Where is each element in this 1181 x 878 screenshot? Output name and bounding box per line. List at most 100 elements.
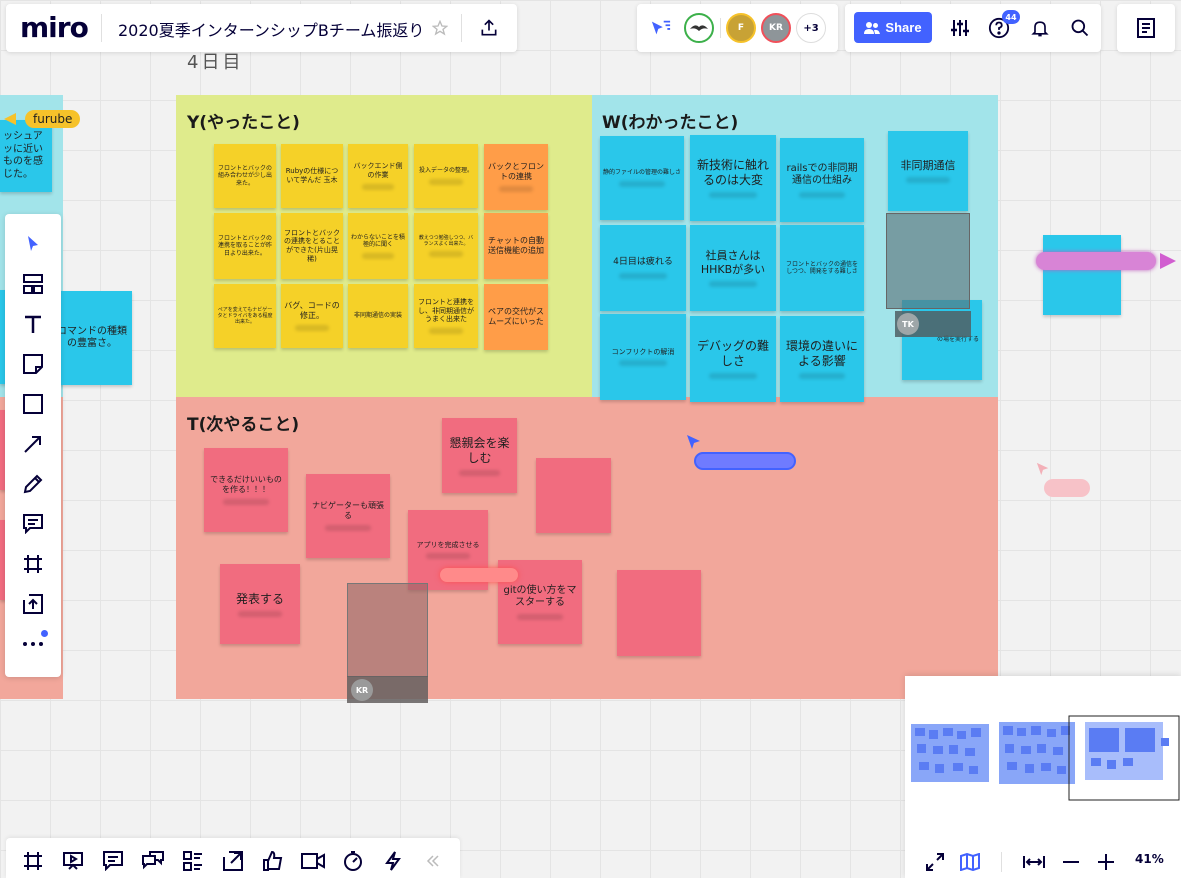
y-sticky[interactable]: わからないことを積極的に聞く bbox=[348, 213, 408, 279]
w-sticky[interactable]: 4日目は疲れる bbox=[600, 225, 686, 311]
pen-tool[interactable] bbox=[5, 466, 61, 502]
frame-tool[interactable] bbox=[5, 546, 61, 582]
fullscreen-icon[interactable] bbox=[924, 851, 946, 873]
presentation-button[interactable] bbox=[61, 850, 85, 872]
left-sticky-2[interactable]: コマンドの種類の豊富さ。 bbox=[52, 291, 132, 385]
more-collaborators[interactable]: +3 bbox=[796, 13, 826, 43]
upload-icon[interactable] bbox=[476, 16, 502, 40]
y-sticky[interactable]: フロントとバックの組み合わせが少し出来た。 bbox=[214, 144, 276, 208]
document-list-icon[interactable] bbox=[1134, 16, 1158, 40]
frame-t-title: T(次やること) bbox=[187, 415, 300, 435]
w-sticky[interactable]: 社員さんはHHKBが多い bbox=[690, 225, 776, 311]
cursor-filter-icon[interactable] bbox=[648, 16, 674, 40]
y-sticky[interactable]: バグ、コードの修正。 bbox=[281, 284, 343, 348]
y-sticky[interactable]: フロントと連携をし、非同期通信がうまく出来た bbox=[414, 284, 478, 348]
shape-tool[interactable] bbox=[5, 386, 61, 422]
w-sticky[interactable]: コンフリクトの解消 bbox=[600, 314, 686, 400]
lightning-icon bbox=[385, 851, 401, 871]
t-sticky[interactable]: ナビゲーターも頑張る bbox=[306, 474, 390, 558]
divider bbox=[1001, 852, 1002, 872]
y-sticky[interactable]: バックエンド側の作業 bbox=[348, 144, 408, 208]
people-icon bbox=[864, 21, 881, 34]
new-indicator-dot bbox=[41, 630, 48, 637]
y-sticky[interactable]: チャットの自動送信機能の追加 bbox=[484, 213, 548, 279]
pen-icon bbox=[23, 474, 43, 494]
more-tools[interactable] bbox=[5, 626, 61, 662]
sticky-note-icon bbox=[23, 354, 43, 374]
avatar-kr[interactable]: KR bbox=[761, 13, 791, 43]
bell-icon[interactable] bbox=[1028, 16, 1052, 40]
avatar-f[interactable]: F bbox=[726, 13, 756, 43]
frame-t[interactable] bbox=[176, 397, 998, 699]
cards-button[interactable] bbox=[181, 850, 205, 872]
w-sticky[interactable]: 新技術に触れるのは大変 bbox=[690, 135, 776, 221]
t-sticky[interactable] bbox=[536, 458, 611, 533]
t-sticky[interactable]: 懇親会を楽しむ bbox=[442, 418, 517, 493]
presentation-icon bbox=[63, 852, 83, 870]
left-sticky-1[interactable]: ッシュアッに近いものを感じた。 bbox=[0, 120, 52, 192]
fit-width-icon[interactable] bbox=[1022, 851, 1046, 873]
timer-icon bbox=[344, 851, 362, 871]
minimap[interactable] bbox=[905, 676, 1181, 878]
y-sticky[interactable]: ペアの交代がスムーズにいった bbox=[484, 284, 548, 350]
arrow-tool[interactable] bbox=[5, 426, 61, 462]
board-title[interactable]: 2020夏季インターンシップBチーム振返り bbox=[118, 17, 424, 41]
text-icon bbox=[25, 315, 41, 333]
y-sticky[interactable]: 非同期通信の実装 bbox=[348, 284, 408, 348]
y-sticky[interactable]: フロントとバックの連携を取ることが昨日より出来た。 bbox=[214, 213, 276, 279]
divider bbox=[720, 18, 721, 38]
vote-button[interactable] bbox=[261, 850, 285, 872]
collapse-toolbar-button[interactable] bbox=[421, 850, 445, 872]
w-sticky[interactable]: 静的ファイルの管理の難しさ bbox=[600, 136, 684, 220]
map-icon[interactable] bbox=[959, 851, 981, 873]
frame-icon bbox=[24, 555, 42, 573]
text-tool[interactable] bbox=[5, 306, 61, 342]
video-button[interactable] bbox=[301, 850, 325, 872]
sticky-note-tool[interactable] bbox=[5, 346, 61, 382]
pink-cursor-arrow bbox=[1160, 253, 1176, 269]
templates-tool[interactable] bbox=[5, 266, 61, 302]
apps-button[interactable] bbox=[381, 850, 405, 872]
right-sticky[interactable] bbox=[1043, 235, 1121, 315]
w-sticky[interactable]: フロントとバックの通信をしつつ、開発をする難しさ bbox=[780, 225, 864, 311]
y-sticky[interactable]: 教えつつ勉強しつつ、バランスよく出来た。 bbox=[414, 213, 478, 279]
avatar-eagle[interactable] bbox=[684, 13, 714, 43]
y-sticky[interactable]: Rubyの仕様について学んだ 玉木 bbox=[281, 144, 343, 208]
furube-cursor-arrow bbox=[4, 113, 16, 125]
cursor-label-furube: furube bbox=[25, 110, 81, 128]
miro-logo[interactable]: miro bbox=[20, 11, 89, 44]
zoom-out-icon[interactable] bbox=[1060, 851, 1082, 873]
settings-sliders-icon[interactable] bbox=[948, 16, 972, 40]
y-sticky[interactable]: フロントとバックの連携をとることができた(片山晃稀) bbox=[281, 213, 343, 279]
share-screen-button[interactable] bbox=[221, 850, 245, 872]
video-icon bbox=[301, 853, 325, 869]
frame-y-title: Y(やったこと) bbox=[187, 113, 300, 133]
share-button[interactable]: Share bbox=[854, 12, 932, 43]
y-sticky[interactable]: 投入データの整理。 bbox=[414, 144, 478, 208]
search-icon[interactable] bbox=[1068, 16, 1092, 40]
comments-button[interactable] bbox=[101, 850, 125, 872]
timer-button[interactable] bbox=[341, 850, 365, 872]
frames-button[interactable] bbox=[21, 850, 45, 872]
w-sticky[interactable]: 非同期通信 bbox=[888, 131, 968, 211]
divider bbox=[101, 14, 102, 42]
w-sticky[interactable]: デバッグの難しさ bbox=[690, 316, 776, 402]
chat-button[interactable] bbox=[141, 850, 165, 872]
y-sticky[interactable]: バックとフロントの連携 bbox=[484, 144, 548, 210]
comment-tool[interactable] bbox=[5, 506, 61, 542]
pointer-icon bbox=[28, 236, 38, 251]
w-sticky[interactable]: railsでの非同期通信の仕組み bbox=[780, 138, 864, 222]
star-icon[interactable] bbox=[430, 18, 450, 38]
zoom-in-icon[interactable] bbox=[1095, 851, 1117, 873]
t-sticky[interactable] bbox=[617, 570, 701, 656]
zoom-level[interactable]: 41% bbox=[1135, 852, 1164, 866]
divider bbox=[461, 14, 462, 42]
t-sticky[interactable]: 発表する bbox=[220, 564, 300, 644]
w-sticky[interactable]: 環境の違いによる影響 bbox=[780, 316, 864, 402]
t-sticky[interactable]: できるだけいいものを作る！！！ bbox=[204, 448, 288, 532]
frame-w-title: W(わかったこと) bbox=[602, 113, 739, 133]
upload-tool[interactable] bbox=[5, 586, 61, 622]
y-sticky[interactable]: ペアを変えてもナビゲータとドライバをある程度出来た。 bbox=[214, 284, 276, 348]
kr-avatar-canvas: KR bbox=[351, 679, 373, 701]
select-tool[interactable] bbox=[5, 226, 61, 262]
